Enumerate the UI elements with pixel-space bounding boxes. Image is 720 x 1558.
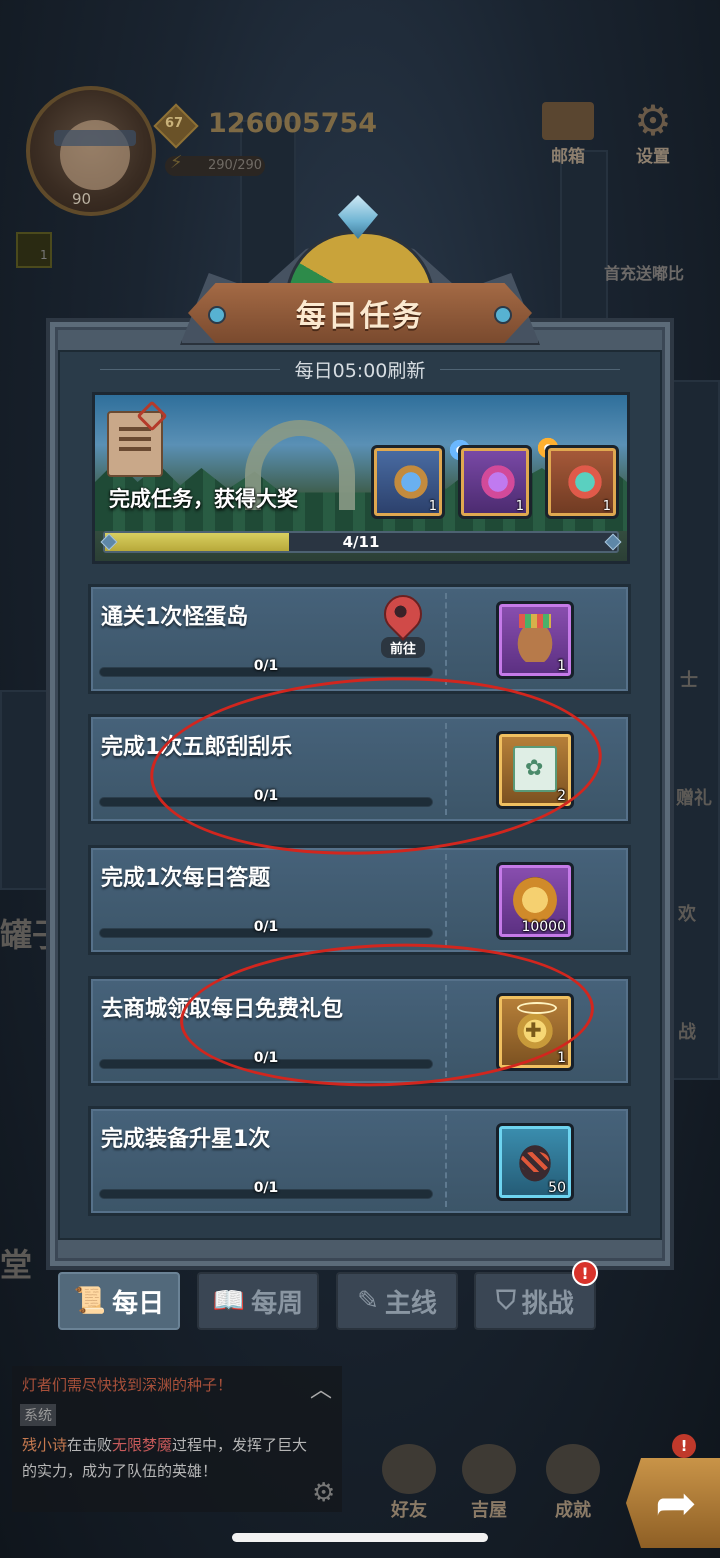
reward-count: 1 xyxy=(557,1050,566,1066)
task-name: 完成装备升星1次 xyxy=(101,1127,271,1152)
side-label: 士 xyxy=(680,670,698,691)
task-row: 完成装备升星1次 0/1 50 xyxy=(88,1106,631,1216)
promo-label[interactable]: 首充送嘟比 xyxy=(604,260,684,284)
task-row: 通关1次怪蛋岛 前往 0/1 1 xyxy=(88,584,631,694)
side-label-large: 堂 xyxy=(0,1246,33,1284)
chevron-up-icon[interactable]: ︿ xyxy=(310,1372,332,1404)
arrow-right-icon: ➦ xyxy=(655,1474,697,1532)
achievements-label: 成就 xyxy=(555,1500,591,1521)
chat-panel[interactable]: 灯者们需尽快找到深渊的种子！ 系统 残小诗在击败无限梦魇过程中，发挥了巨大的实力… xyxy=(12,1366,342,1512)
chat-player-name: 残小诗 xyxy=(22,1436,68,1454)
chest-gem xyxy=(392,462,430,502)
avatar-headband xyxy=(54,130,136,146)
chat-text: 在击败 xyxy=(67,1436,113,1454)
tab-weekly[interactable]: 📖 每周 xyxy=(197,1272,319,1330)
banner-progress-text: 4/11 xyxy=(342,533,380,551)
task-tabs: 📜 每日 📖 每周 ✎ 主线 ⛉ 挑战 ! xyxy=(58,1260,598,1330)
task-progress-text: 0/1 xyxy=(253,919,279,935)
mail-label: 邮箱 xyxy=(551,147,585,167)
task-row: 完成1次每日答题 0/1 10000 xyxy=(88,845,631,955)
quill-icon: ✎ xyxy=(357,1286,379,1316)
side-label: 欢 xyxy=(678,904,696,925)
tab-daily[interactable]: 📜 每日 xyxy=(58,1272,180,1330)
reward-count: 10000 xyxy=(521,919,566,935)
avatar-level: 90 xyxy=(72,190,92,208)
reward-item[interactable]: 50 xyxy=(496,1123,574,1201)
task-progress-text: 0/1 xyxy=(253,658,279,674)
mail-button[interactable]: 邮箱 xyxy=(542,102,594,167)
side-label: 战 xyxy=(678,1022,696,1043)
chest-gem xyxy=(566,462,604,502)
reward-item[interactable]: 10000 xyxy=(496,862,574,940)
magma-ore-icon xyxy=(513,1138,557,1184)
tab-label: 挑战 xyxy=(521,1288,574,1319)
task-divider xyxy=(445,854,447,946)
goto-button[interactable]: 前往 xyxy=(376,587,430,658)
level-badge-text: 67 xyxy=(165,116,184,131)
energy-value: 290/290 xyxy=(208,158,263,173)
tab-main[interactable]: ✎ 主线 xyxy=(336,1272,458,1330)
gear-icon: ⚙ xyxy=(634,96,672,145)
refresh-time: 每日05:00刷新 xyxy=(294,360,426,382)
chest-count: 1 xyxy=(515,499,524,514)
achievements-button[interactable]: 成就 xyxy=(546,1444,600,1522)
banner-text: 完成任务，获得大奖 xyxy=(109,487,298,511)
buff-count: 1 xyxy=(40,248,48,262)
dialog-title: 每日任务 xyxy=(296,299,424,334)
tab-label: 每周 xyxy=(251,1288,304,1319)
tab-label: 每日 xyxy=(112,1288,165,1319)
scroll-icon: 📜 xyxy=(73,1286,107,1316)
background-building xyxy=(672,380,720,1080)
friends-button[interactable]: 好友 xyxy=(382,1444,436,1522)
chat-message: 残小诗在击败无限梦魇过程中，发挥了巨大的实力，成为了队伍的英雄！ xyxy=(22,1432,312,1484)
alert-badge: ! xyxy=(672,1434,696,1458)
mail-icon xyxy=(542,102,594,140)
friends-icon xyxy=(382,1444,436,1494)
house-icon xyxy=(462,1444,516,1494)
gold-amount: 126005754 xyxy=(208,108,378,139)
chat-line: 灯者们需尽快找到深渊的种子！ xyxy=(22,1376,233,1394)
side-label: 赠礼 xyxy=(676,788,712,809)
purple-chest-icon[interactable]: 1 xyxy=(458,445,532,519)
chest-gem xyxy=(479,462,517,502)
task-progress-text: 0/1 xyxy=(253,1180,279,1196)
tab-challenge[interactable]: ⛉ 挑战 ! xyxy=(474,1260,598,1330)
trophy-icon xyxy=(546,1444,600,1494)
friends-label: 好友 xyxy=(391,1500,427,1521)
reward-count: 50 xyxy=(548,1180,566,1196)
background-building xyxy=(0,690,50,890)
chat-system-tag: 系统 xyxy=(20,1404,56,1426)
reward-count: 1 xyxy=(557,658,566,674)
chest-count: 1 xyxy=(428,499,437,514)
tab-label: 主线 xyxy=(384,1288,437,1319)
daily-reward-banner: 完成任务，获得大奖 1 1 1 4/11 xyxy=(92,392,630,564)
map-pin-icon xyxy=(376,587,430,641)
tab-alert-badge: ! xyxy=(572,1260,598,1286)
banner-progress-bar: 4/11 xyxy=(100,531,622,553)
banner-icon: ⛉ xyxy=(496,1285,516,1316)
gear-icon[interactable]: ⚙ xyxy=(312,1478,335,1508)
dialog-title-plate: 每日任务 xyxy=(188,283,532,343)
settings-label: 设置 xyxy=(636,147,670,167)
home-indicator[interactable] xyxy=(232,1533,488,1542)
task-name: 完成1次每日答题 xyxy=(101,866,271,891)
red-chest-icon[interactable]: 1 xyxy=(545,445,619,519)
blue-chest-icon[interactable]: 1 xyxy=(371,445,445,519)
house-button[interactable]: 吉屋 xyxy=(462,1444,516,1522)
lightning-icon: ⚡ xyxy=(170,152,183,173)
task-divider xyxy=(445,593,447,685)
settings-button[interactable]: ⚙ 设置 xyxy=(627,96,679,168)
reward-item[interactable]: 1 xyxy=(496,601,574,679)
task-name: 通关1次怪蛋岛 xyxy=(101,605,249,630)
go-button[interactable]: ➦ xyxy=(626,1458,720,1548)
house-label: 吉屋 xyxy=(471,1500,507,1521)
chat-boss-name: 无限梦魇 xyxy=(112,1436,173,1454)
task-divider xyxy=(445,1115,447,1207)
gold-coin-icon xyxy=(513,877,557,923)
item-bag-icon xyxy=(513,614,557,662)
book-icon: 📖 xyxy=(212,1286,246,1316)
chest-count: 1 xyxy=(602,499,611,514)
